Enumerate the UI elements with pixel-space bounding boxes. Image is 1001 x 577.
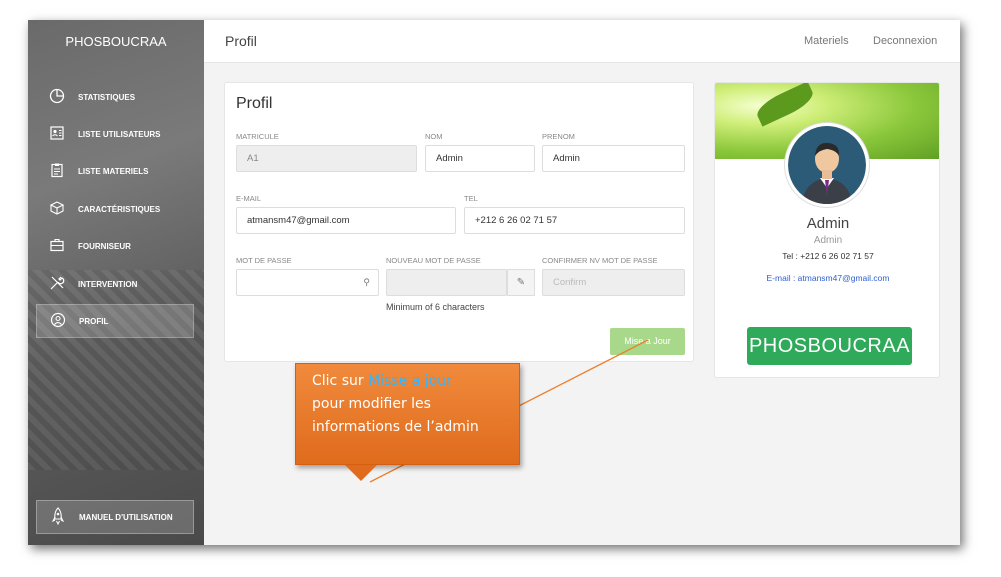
sidebar-brand: PHOSBOUCRAA [65, 34, 167, 49]
sidebar-item-label: STATISTIQUES [78, 92, 136, 102]
annotation-callout-tail [345, 465, 377, 481]
key-icon: ⚲ [363, 277, 370, 287]
edit-icon[interactable]: ✎ [507, 269, 535, 296]
tel-label: TEL [464, 194, 478, 203]
profile-card: Admin Admin Tel : +212 6 26 02 71 57 E-m… [714, 82, 940, 378]
email-label: E-MAIL [236, 194, 262, 203]
email-field[interactable]: atmansm47@gmail.com [236, 207, 456, 234]
update-button[interactable]: Mise a Jour [610, 328, 685, 355]
sidebar-item-profil[interactable]: PROFIL [36, 304, 194, 338]
annotation-highlight: Misse a jour [368, 373, 452, 389]
confirm-password-field[interactable]: Confirm [542, 269, 685, 296]
user-icon [43, 312, 73, 331]
brand-badge: PHOSBOUCRAA [747, 327, 912, 365]
annotation-prefix: Clic sur [312, 373, 369, 389]
profile-name: Admin [806, 215, 850, 232]
matricule-field: A1 [236, 145, 417, 172]
tools-icon [42, 275, 72, 294]
nom-field[interactable]: Admin [425, 145, 535, 172]
annotation-line-3: informations de l’admin [312, 419, 479, 435]
sidebar-item-statistiques[interactable]: STATISTIQUES [36, 80, 194, 114]
manual-label: MANUEL D'UTILISATION [79, 512, 173, 522]
annotation-callout: Clic sur Misse a jour pour modifier les … [295, 363, 520, 465]
sidebar-item-intervention[interactable]: INTERVENTION [36, 267, 194, 301]
prenom-field[interactable]: Admin [542, 145, 685, 172]
matricule-label: MATRICULE [236, 132, 279, 141]
users-list-icon [42, 125, 72, 144]
box-icon [42, 200, 72, 219]
page-title: Profil [225, 33, 257, 49]
sidebar-item-label: LISTE MATERIELS [78, 166, 149, 176]
tel-field[interactable]: +212 6 26 02 71 57 [464, 207, 685, 234]
annotation-line-2: pour modifier les [312, 396, 431, 412]
topbar: Profil Materiels Deconnexion [204, 20, 960, 63]
annotation-line-1: Clic sur Misse a jour [312, 370, 519, 393]
sidebar-item-liste-utilisateurs[interactable]: LISTE UTILISATEURS [36, 117, 194, 151]
avatar [785, 123, 869, 207]
sidebar-item-label: FOURNISEUR [78, 241, 131, 251]
sidebar-item-label: INTERVENTION [78, 279, 138, 289]
rocket-icon [43, 506, 73, 528]
nav-link-materiels[interactable]: Materiels [804, 35, 849, 47]
sidebar-item-label: LISTE UTILISATEURS [78, 129, 161, 139]
nav-link-deconnexion[interactable]: Deconnexion [873, 35, 937, 47]
sidebar-item-liste-materiels[interactable]: LISTE MATERIELS [36, 154, 194, 188]
briefcase-icon [42, 237, 72, 256]
pie-chart-icon [42, 88, 72, 107]
sidebar: PHOSBOUCRAA STATISTIQUES LISTE UTILISATE… [28, 20, 204, 545]
password-hint: Minimum of 6 characters [386, 302, 485, 312]
profile-email[interactable]: E-mail : atmansm47@gmail.com [715, 273, 939, 283]
sidebar-item-label: PROFIL [79, 316, 109, 326]
prenom-label: PRENOM [542, 132, 575, 141]
app-window: PHOSBOUCRAA STATISTIQUES LISTE UTILISATE… [28, 20, 960, 545]
profile-form-card: Profil MATRICULE A1 NOM Admin PRENOM Adm… [224, 82, 694, 362]
sidebar-item-label: CARACTÉRISTIQUES [78, 204, 161, 214]
profile-role: Admin [813, 235, 843, 246]
sidebar-item-caracteristiques[interactable]: CARACTÉRISTIQUES [36, 192, 194, 226]
manual-button[interactable]: MANUEL D'UTILISATION [36, 500, 194, 534]
password-field[interactable]: ⚲ [236, 269, 379, 296]
password-label: MOT DE PASSE [236, 256, 292, 265]
form-title: Profil [236, 95, 273, 112]
sidebar-item-fourniseur[interactable]: FOURNISEUR [36, 229, 194, 263]
confirm-password-label: CONFIRMER NV MOT DE PASSE [542, 256, 658, 265]
new-password-label: NOUVEAU MOT DE PASSE [386, 256, 481, 265]
nom-label: NOM [425, 132, 443, 141]
leaf-shape [753, 83, 817, 127]
clipboard-icon [42, 162, 72, 181]
new-password-field[interactable] [386, 269, 507, 296]
profile-tel: Tel : +212 6 26 02 71 57 [782, 251, 874, 261]
